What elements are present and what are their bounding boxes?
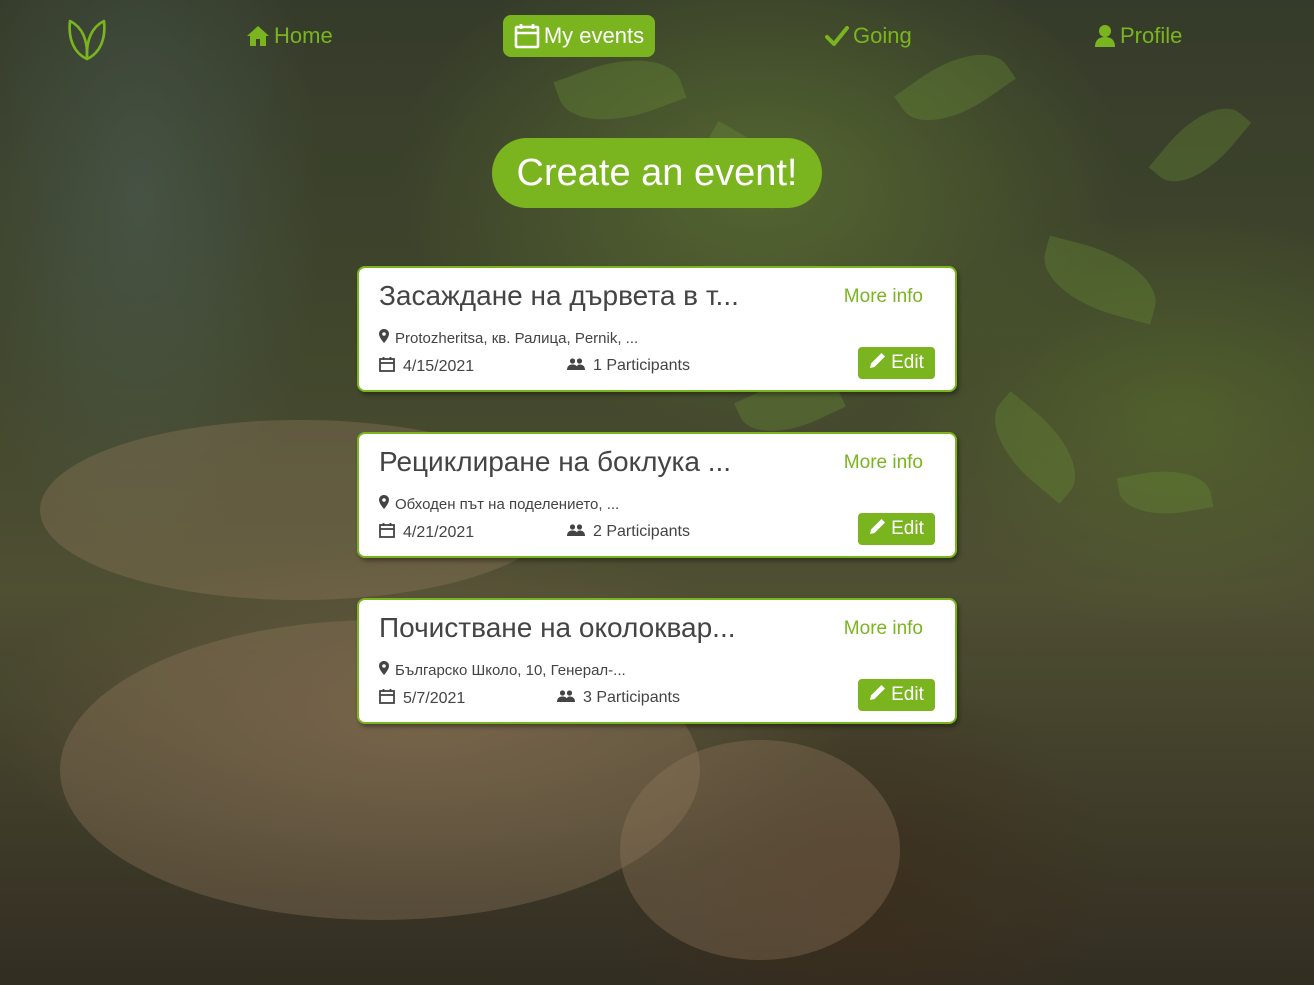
event-card: Почистване на околоквар... More info Бъл… [357, 598, 957, 724]
event-card: Засаждане на дървета в т... More info Pr… [357, 266, 957, 392]
nav-going[interactable]: Going [825, 15, 912, 57]
event-date-text: 5/7/2021 [403, 689, 466, 707]
nav-profile-label: Profile [1120, 23, 1183, 48]
people-icon [557, 689, 575, 707]
event-title: Рециклиране на боклука ... [379, 446, 732, 477]
event-title: Почистване на околоквар... [379, 612, 736, 643]
nav-my-events-label: My events [543, 23, 645, 48]
home-icon [246, 25, 270, 47]
edit-button-label: Edit [891, 684, 924, 705]
event-location-text: Обходен път на поделението, ... [395, 495, 620, 513]
pencil-icon [869, 683, 887, 707]
leaf-logo-icon[interactable] [66, 17, 108, 61]
event-date: 5/7/2021 [379, 688, 465, 709]
calendar-icon [379, 356, 395, 377]
event-location: Protozheritsa, кв. Ралица, Pernik, ... [379, 329, 638, 347]
edit-button[interactable]: Edit [858, 347, 935, 379]
event-date-text: 4/21/2021 [403, 523, 475, 541]
event-date: 4/15/2021 [379, 356, 474, 377]
check-icon [825, 25, 849, 47]
more-info-link[interactable]: More info [844, 452, 923, 474]
calendar-icon [379, 522, 395, 543]
more-info-link[interactable]: More info [844, 618, 923, 640]
event-location-text: Българско Школо, 10, Генерал-... [395, 661, 626, 679]
event-participants: 3 Participants [557, 689, 680, 707]
event-participants-text: 2 Participants [593, 523, 690, 540]
event-participants: 1 Participants [567, 357, 690, 375]
user-icon [1094, 24, 1116, 48]
location-pin-icon [379, 495, 389, 513]
event-card: Рециклиране на боклука ... More info Обх… [357, 432, 957, 558]
people-icon [567, 357, 585, 375]
event-title: Засаждане на дървета в т... [379, 280, 739, 311]
event-location-text: Protozheritsa, кв. Ралица, Pernik, ... [395, 329, 639, 347]
more-info-link[interactable]: More info [844, 286, 923, 308]
event-location: Българско Школо, 10, Генерал-... [379, 661, 626, 679]
location-pin-icon [379, 329, 389, 347]
event-location: Обходен път на поделението, ... [379, 495, 619, 513]
pencil-icon [869, 351, 887, 375]
nav-home[interactable]: Home [246, 15, 333, 57]
event-date: 4/21/2021 [379, 522, 474, 543]
event-participants-text: 1 Participants [593, 357, 690, 374]
pencil-icon [869, 517, 887, 541]
calendar-icon [379, 688, 395, 709]
people-icon [567, 523, 585, 541]
edit-button-label: Edit [891, 518, 924, 539]
edit-button[interactable]: Edit [858, 679, 935, 711]
location-pin-icon [379, 661, 389, 679]
top-nav: Home My events Going Profile [0, 0, 1314, 78]
edit-button-label: Edit [891, 352, 924, 373]
edit-button[interactable]: Edit [858, 513, 935, 545]
create-event-button[interactable]: Create an event! [492, 138, 822, 208]
nav-going-label: Going [853, 23, 912, 48]
nav-home-label: Home [274, 23, 333, 48]
event-participants: 2 Participants [567, 523, 690, 541]
calendar-icon [514, 23, 540, 49]
event-date-text: 4/15/2021 [403, 357, 475, 375]
nav-profile[interactable]: Profile [1094, 15, 1182, 57]
nav-my-events[interactable]: My events [503, 15, 655, 57]
event-participants-text: 3 Participants [583, 689, 680, 706]
